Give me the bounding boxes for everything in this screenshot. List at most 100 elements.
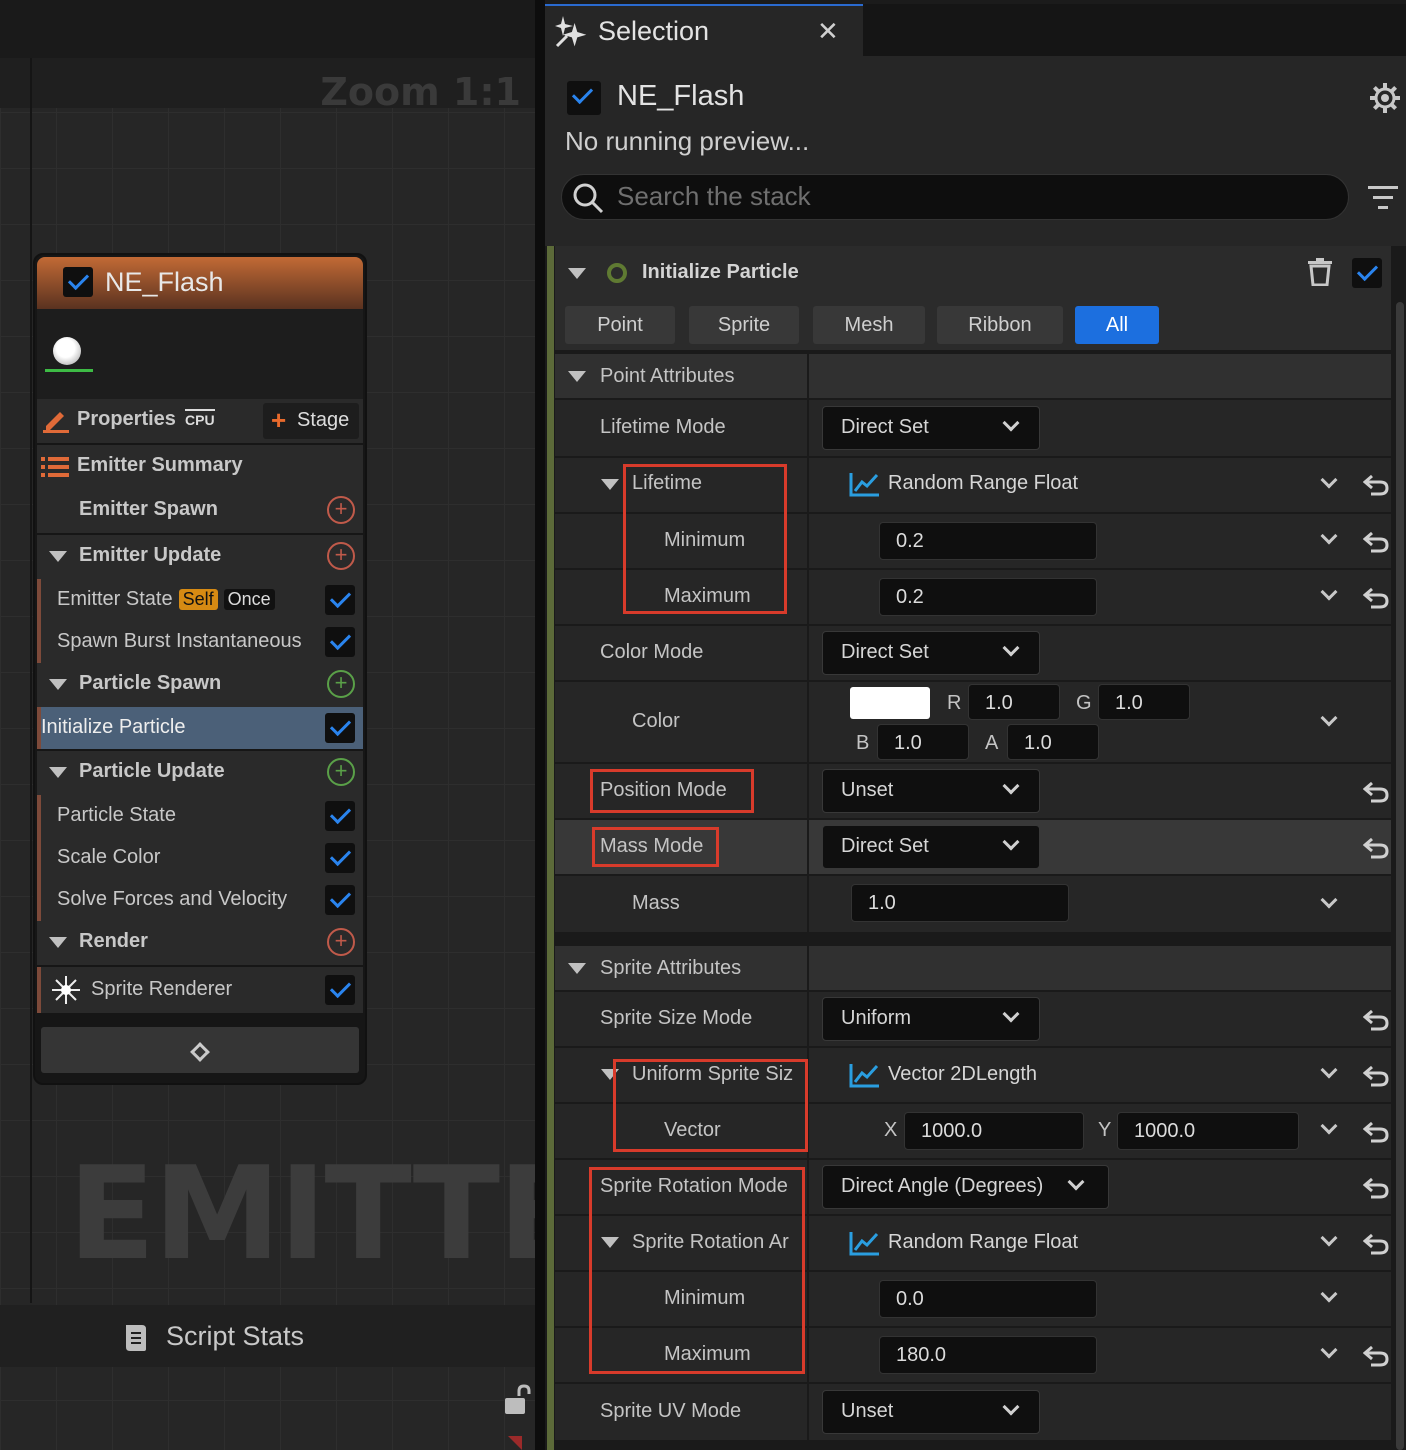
emitter-enabled-checkbox[interactable] <box>63 267 93 297</box>
reset-arrow-icon[interactable] <box>1363 1121 1389 1143</box>
render-row[interactable]: Render + <box>37 921 363 965</box>
selection-tab[interactable]: Selection ✕ <box>545 4 863 56</box>
emitter-state-row[interactable]: Emitter State Self Once <box>37 579 363 621</box>
filter-all-button[interactable]: All <box>1075 306 1159 344</box>
sprite-renderer-checkbox[interactable] <box>325 975 355 1005</box>
sprite-uv-mode-dropdown[interactable]: Unset <box>822 1390 1040 1434</box>
reset-arrow-icon[interactable] <box>1363 1065 1389 1087</box>
solve-forces-row[interactable]: Solve Forces and Velocity <box>37 879 363 921</box>
chevron-down-icon[interactable] <box>1320 709 1338 727</box>
sprite-rotation-mode-dropdown[interactable]: Direct Angle (Degrees) <box>822 1165 1109 1209</box>
filter-point-button[interactable]: Point <box>565 306 675 344</box>
reset-arrow-icon[interactable] <box>1363 474 1389 496</box>
stack-scrollbar[interactable] <box>1396 302 1404 1450</box>
particle-update-row[interactable]: Particle Update + <box>37 751 363 795</box>
add-emitter-spawn-icon[interactable]: + <box>327 496 355 524</box>
color-b-input[interactable]: 1.0 <box>877 724 969 760</box>
emitter-header-checkbox[interactable] <box>567 81 601 115</box>
chevron-down-icon[interactable] <box>1320 1341 1338 1359</box>
gear-icon[interactable] <box>1369 82 1401 114</box>
add-renderer-icon[interactable]: + <box>327 928 355 956</box>
unlock-icon[interactable] <box>503 1384 533 1416</box>
reset-arrow-icon[interactable] <box>1363 837 1389 859</box>
mass-input[interactable]: 1.0 <box>851 884 1069 922</box>
collapse-triangle-icon[interactable] <box>568 268 586 279</box>
color-mode-dropdown[interactable]: Direct Set <box>822 631 1040 675</box>
chevron-down-icon[interactable] <box>1320 1061 1338 1079</box>
stack-search-input[interactable]: Search the stack <box>561 174 1349 220</box>
module-enabled-checkbox[interactable] <box>1352 258 1382 288</box>
emitter-state-checkbox[interactable] <box>325 585 355 615</box>
particle-spawn-row[interactable]: Particle Spawn + <box>37 663 363 707</box>
sprite-renderer-row[interactable]: Sprite Renderer <box>37 967 363 1013</box>
color-swatch[interactable] <box>850 687 930 719</box>
collapse-triangle-icon[interactable] <box>49 937 67 948</box>
vector-y-input[interactable]: 1000.0 <box>1117 1112 1299 1150</box>
rotation-maximum-input[interactable]: 180.0 <box>879 1336 1097 1374</box>
emitter-update-row[interactable]: Emitter Update + <box>37 535 363 579</box>
collapse-node-button[interactable] <box>41 1027 359 1073</box>
collapse-triangle-icon[interactable] <box>568 371 586 382</box>
emitter-graph[interactable]: Zoom 1:1 EMITTER NE_Flash Properties CPU… <box>0 0 535 1450</box>
mass-mode-dropdown[interactable]: Direct Set <box>822 825 1040 869</box>
collapse-triangle-icon[interactable] <box>49 551 67 562</box>
initialize-particle-header[interactable]: Initialize Particle <box>555 246 1391 300</box>
reset-arrow-icon[interactable] <box>1363 781 1389 803</box>
emitter-spawn-row[interactable]: Emitter Spawn + <box>37 489 363 533</box>
node-header[interactable]: NE_Flash <box>37 257 363 309</box>
chevron-down-icon[interactable] <box>1320 471 1338 489</box>
reset-arrow-icon[interactable] <box>1363 1345 1389 1367</box>
panel-splitter[interactable] <box>535 0 545 1450</box>
sprite-size-mode-dropdown[interactable]: Uniform <box>822 997 1040 1041</box>
color-a-input[interactable]: 1.0 <box>1007 724 1099 760</box>
collapse-triangle-icon[interactable] <box>568 963 586 974</box>
lifetime-mode-dropdown[interactable]: Direct Set <box>822 406 1040 450</box>
rotation-minimum-input[interactable]: 0.0 <box>879 1280 1097 1318</box>
scale-color-row[interactable]: Scale Color <box>37 837 363 879</box>
chevron-down-icon[interactable] <box>1320 891 1338 909</box>
collapse-triangle-icon[interactable] <box>601 479 619 490</box>
add-emitter-update-icon[interactable]: + <box>327 542 355 570</box>
lifetime-minimum-input[interactable]: 0.2 <box>879 522 1097 560</box>
filter-mesh-button[interactable]: Mesh <box>813 306 925 344</box>
collapse-triangle-icon[interactable] <box>49 679 67 690</box>
spawn-burst-row[interactable]: Spawn Burst Instantaneous <box>37 621 363 663</box>
add-stage-button[interactable]: + Stage <box>263 403 359 439</box>
position-mode-dropdown[interactable]: Unset <box>822 769 1040 813</box>
script-stats-tab[interactable]: Script Stats <box>0 1305 535 1367</box>
color-r-input[interactable]: 1.0 <box>968 684 1060 720</box>
emitter-node[interactable]: NE_Flash Properties CPU + Stage Emitter … <box>33 253 367 1085</box>
scale-color-checkbox[interactable] <box>325 843 355 873</box>
chevron-down-icon[interactable] <box>1320 1229 1338 1247</box>
spawn-burst-checkbox[interactable] <box>325 627 355 657</box>
solve-forces-checkbox[interactable] <box>325 885 355 915</box>
chevron-down-icon[interactable] <box>1320 527 1338 545</box>
chevron-down-icon[interactable] <box>1320 583 1338 601</box>
trash-icon[interactable] <box>1307 258 1333 286</box>
vector-x-input[interactable]: 1000.0 <box>904 1112 1084 1150</box>
particle-state-checkbox[interactable] <box>325 801 355 831</box>
reset-arrow-icon[interactable] <box>1363 587 1389 609</box>
initialize-particle-checkbox[interactable] <box>325 713 355 743</box>
properties-row[interactable]: Properties CPU + Stage <box>37 399 363 443</box>
chevron-down-icon[interactable] <box>1320 1117 1338 1135</box>
lifetime-maximum-input[interactable]: 0.2 <box>879 578 1097 616</box>
particle-state-row[interactable]: Particle State <box>37 795 363 837</box>
collapse-triangle-icon[interactable] <box>49 767 67 778</box>
filter-ribbon-button[interactable]: Ribbon <box>937 306 1063 344</box>
initialize-particle-row[interactable]: Initialize Particle <box>37 707 363 749</box>
color-g-input[interactable]: 1.0 <box>1098 684 1190 720</box>
sprite-attributes-header[interactable]: Sprite Attributes <box>555 946 1391 990</box>
emitter-summary-row[interactable]: Emitter Summary <box>37 445 363 489</box>
reset-arrow-icon[interactable] <box>1363 1009 1389 1031</box>
filter-icon[interactable] <box>1367 184 1399 212</box>
point-attributes-header[interactable]: Point Attributes <box>555 354 1391 398</box>
reset-arrow-icon[interactable] <box>1363 1233 1389 1255</box>
reset-arrow-icon[interactable] <box>1363 1177 1389 1199</box>
close-icon[interactable]: ✕ <box>817 16 839 47</box>
chevron-down-icon[interactable] <box>1320 1285 1338 1303</box>
filter-sprite-button[interactable]: Sprite <box>689 306 799 344</box>
reset-arrow-icon[interactable] <box>1363 531 1389 553</box>
add-particle-update-icon[interactable]: + <box>327 758 355 786</box>
add-particle-spawn-icon[interactable]: + <box>327 670 355 698</box>
